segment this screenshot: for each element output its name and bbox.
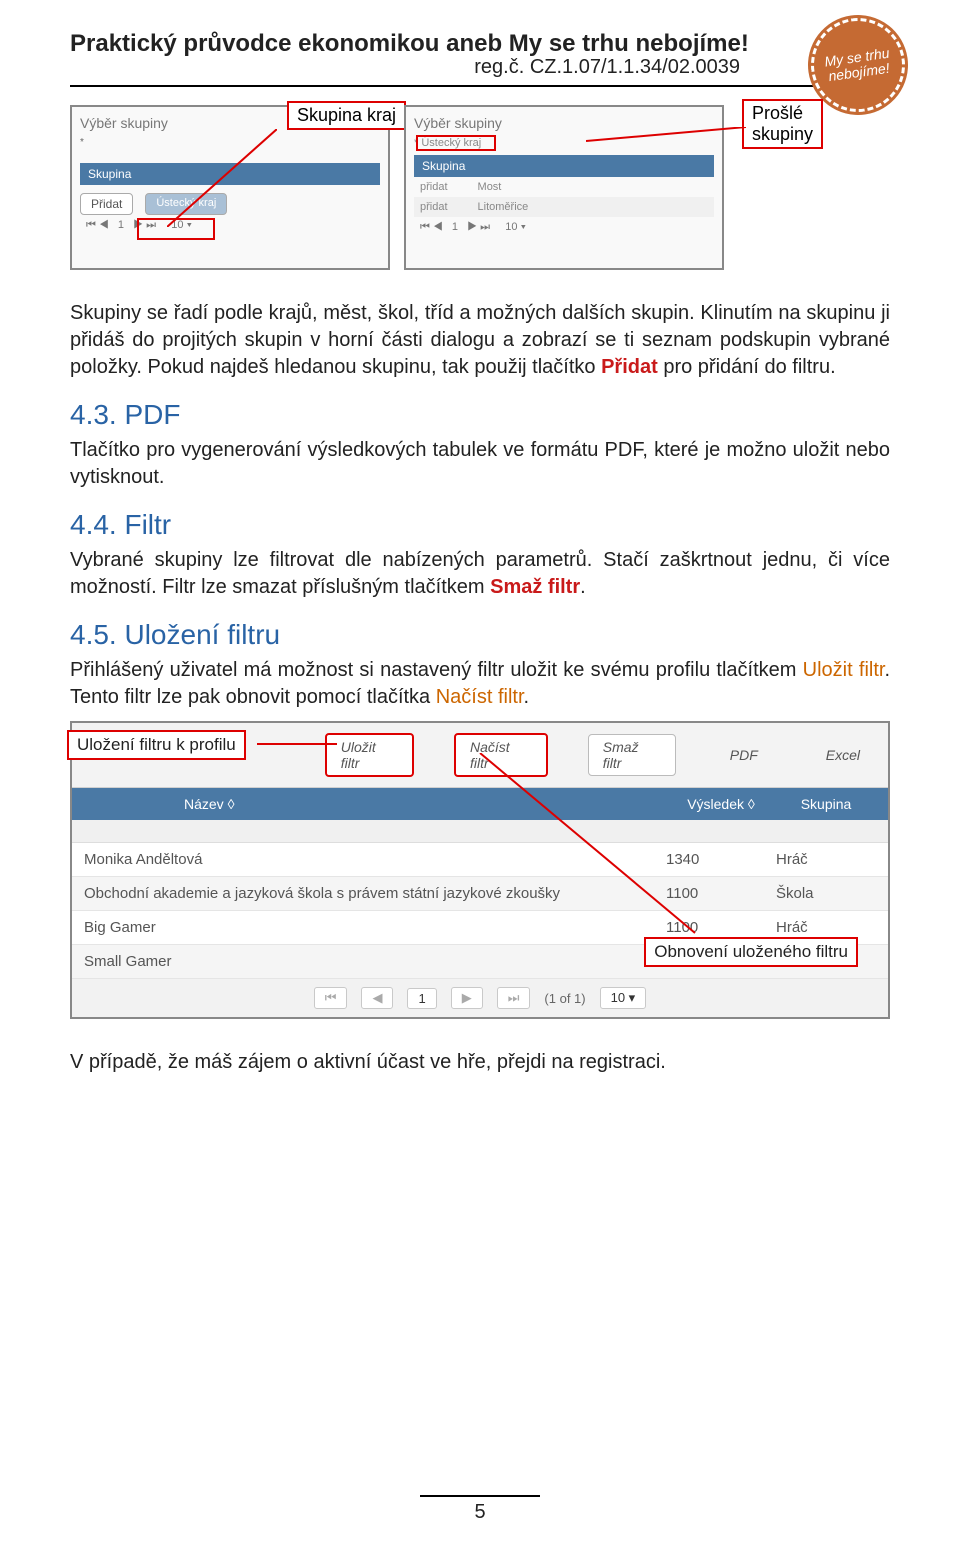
- p45-text-c: .: [524, 686, 530, 708]
- cell-result: 1100: [666, 885, 776, 902]
- btn-name-smaz-filtr: Smaž filtr: [490, 576, 580, 598]
- paragraph-skupiny: Skupiny se řadí podle krajů, měst, škol,…: [70, 300, 890, 381]
- fig2-header-bar: Skupina: [414, 155, 714, 177]
- excel-button[interactable]: Excel: [812, 743, 874, 767]
- reg-number: reg.č. CZ.1.07/1.1.34/02.0039: [70, 56, 740, 79]
- heading-4-5-ulozeni-filtru: 4.5. Uložení filtru: [70, 619, 890, 651]
- col-header-name[interactable]: Název ◊: [84, 796, 666, 812]
- col-header-result[interactable]: Výsledek ◊: [666, 796, 776, 812]
- fig2-row2-add[interactable]: přidat: [420, 201, 448, 213]
- btn-name-ulozit-filtr: Uložit filtr: [803, 659, 885, 681]
- fig2-highlight-box: [416, 135, 496, 151]
- cell-result: 1340: [666, 851, 776, 868]
- page-number: 5: [0, 1501, 960, 1524]
- fig2-row1-add[interactable]: přidat: [420, 181, 448, 193]
- fig2-row1-value: Most: [478, 181, 502, 193]
- table-row: Monika Anděltová 1340 Hráč: [72, 843, 888, 877]
- page-title: Praktický průvodce ekonomikou aneb My se…: [70, 30, 890, 58]
- pager-prev-icon[interactable]: ◀: [361, 987, 393, 1009]
- pager-page-input[interactable]: 1: [407, 988, 436, 1009]
- annotation-ulozeni-filtru: Uložení filtru k profilu: [67, 730, 246, 760]
- fig1-add-button[interactable]: Přidat: [80, 193, 133, 215]
- p44-text-b: .: [580, 576, 586, 598]
- fig1-header-bar: Skupina: [80, 163, 380, 185]
- fig1-selected-region[interactable]: Ústecký kraj: [145, 193, 227, 215]
- cell-name: Small Gamer: [84, 953, 666, 970]
- pager-of-text: (1 of 1): [544, 991, 585, 1006]
- pager-first-icon[interactable]: ⏮: [314, 987, 348, 1009]
- fig1-highlight-box: [137, 218, 215, 240]
- clear-filter-button[interactable]: Smaž filtr: [588, 734, 676, 776]
- paragraph-closing: V případě, že máš zájem o aktivní účast …: [70, 1049, 890, 1076]
- btn-name-nacist-filtr: Načíst filtr: [436, 686, 524, 708]
- fig2-row2-value: Litoměřice: [478, 201, 529, 213]
- annotation-skupina-kraj: Skupina kraj: [287, 101, 406, 130]
- figure-prosle-skupiny: Výběr skupiny * Ústecký kraj Skupina při…: [404, 105, 724, 270]
- page-footer: 5: [0, 1495, 960, 1524]
- table-filter-row[interactable]: [72, 820, 888, 843]
- cell-name: Big Gamer: [84, 919, 666, 936]
- fig2-title: Výběr skupiny: [414, 115, 714, 131]
- cell-name: Obchodní akademie a jazyková škola s prá…: [84, 885, 666, 902]
- pager-last-icon[interactable]: ⏭: [497, 987, 531, 1009]
- paragraph-ulozeni-filtru: Přihlášený uživatel má možnost si nastav…: [70, 657, 890, 711]
- cell-group: Škola: [776, 885, 876, 902]
- cell-group: Hráč: [776, 919, 876, 936]
- load-filter-button[interactable]: Načíst filtr: [454, 733, 548, 777]
- paragraph-pdf: Tlačítko pro vygenerování výsledkových t…: [70, 437, 890, 491]
- header-rule: [70, 85, 890, 87]
- table-header: Název ◊ Výsledek ◊ Skupina: [72, 788, 888, 820]
- pager-pagesize-select[interactable]: 10 ▾: [600, 987, 647, 1009]
- btn-name-pridat: Přidat: [601, 356, 658, 378]
- annotation-prosle-skupiny: Prošlé skupiny: [742, 99, 823, 149]
- save-filter-button[interactable]: Uložit filtr: [325, 733, 414, 777]
- figure-skupina-kraj: Skupina kraj Výběr skupiny * Skupina Při…: [70, 105, 390, 270]
- col-header-group[interactable]: Skupina: [776, 796, 876, 812]
- figure-row: Skupina kraj Výběr skupiny * Skupina Při…: [70, 105, 890, 270]
- annotation-obnoveni-filtru: Obnovení uloženého filtru: [644, 937, 858, 967]
- cell-group: Hráč: [776, 851, 876, 868]
- cell-result: 1100: [666, 919, 776, 936]
- figure-filter-table: Uložení filtru k profilu Uložit filtr Na…: [70, 721, 890, 1019]
- p45-text-a: Přihlášený uživatel má možnost si nastav…: [70, 659, 803, 681]
- pdf-button[interactable]: PDF: [716, 743, 772, 767]
- heading-4-3-pdf: 4.3. PDF: [70, 399, 890, 431]
- paragraph-filtr: Vybrané skupiny lze filtrovat dle nabíze…: [70, 547, 890, 601]
- heading-4-4-filtr: 4.4. Filtr: [70, 509, 890, 541]
- table-row: Obchodní akademie a jazyková škola s prá…: [72, 877, 888, 911]
- p44-text-a: Vybrané skupiny lze filtrovat dle nabíze…: [70, 549, 890, 598]
- cell-name: Monika Anděltová: [84, 851, 666, 868]
- table-pager: ⏮ ◀ 1 ▶ ⏭ (1 of 1) 10 ▾: [72, 979, 888, 1017]
- pager-next-icon[interactable]: ▶: [451, 987, 483, 1009]
- p1-text-b: pro přidání do filtru.: [658, 356, 836, 378]
